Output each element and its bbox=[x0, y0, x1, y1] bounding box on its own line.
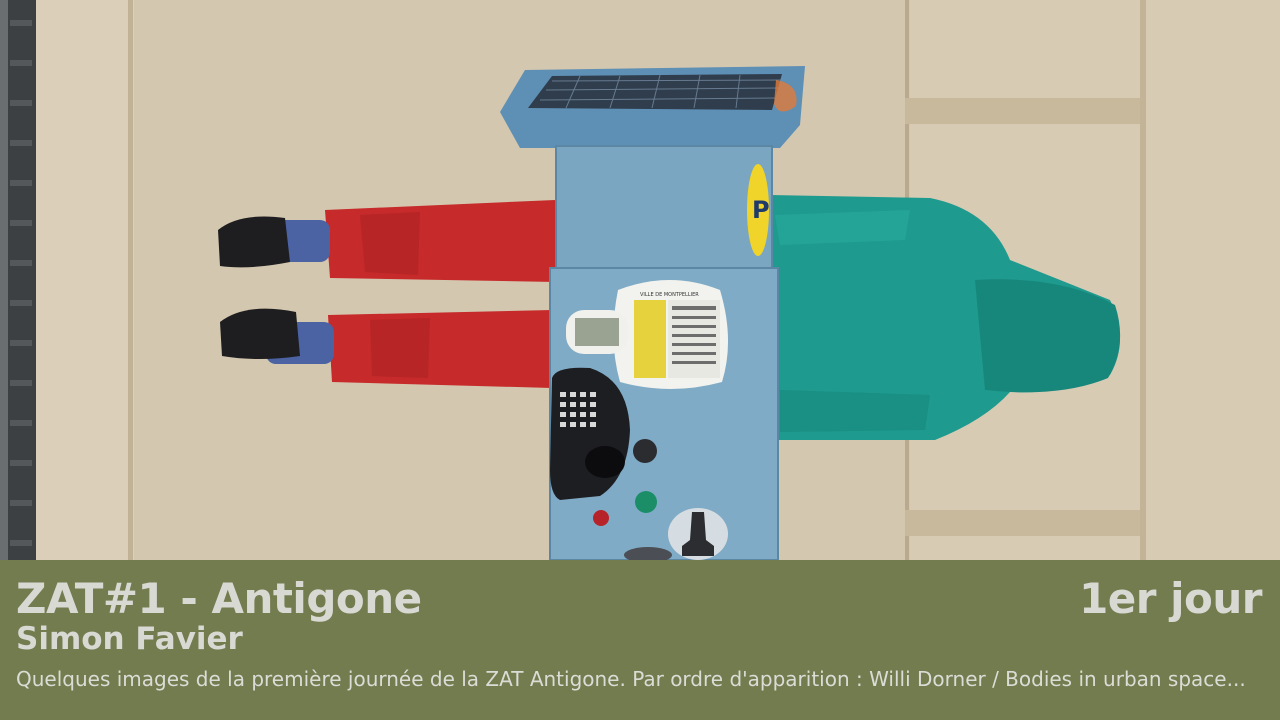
wall-joint bbox=[905, 98, 1145, 124]
video-author[interactable]: Simon Favier bbox=[16, 620, 243, 658]
video-day-label: 1er jour bbox=[1079, 574, 1262, 623]
wall-column-left bbox=[36, 0, 134, 560]
wall-joint bbox=[128, 0, 133, 560]
meter-panel-heading: VILLE DE MONTPELLIER bbox=[640, 292, 699, 298]
video-description: Quelques images de la première journée d… bbox=[16, 667, 1246, 691]
wall-joint bbox=[905, 510, 1145, 536]
video-info-bar: ZAT#1 - Antigone Simon Favier 1er jour Q… bbox=[0, 560, 1280, 720]
wall-joint bbox=[1140, 0, 1146, 560]
video-frame-photo[interactable]: P VILLE DE MONTPELLIER bbox=[0, 0, 1280, 560]
meter-parking-sign: P bbox=[752, 196, 770, 224]
video-title[interactable]: ZAT#1 - Antigone bbox=[16, 572, 422, 626]
window-shutter bbox=[0, 0, 36, 560]
